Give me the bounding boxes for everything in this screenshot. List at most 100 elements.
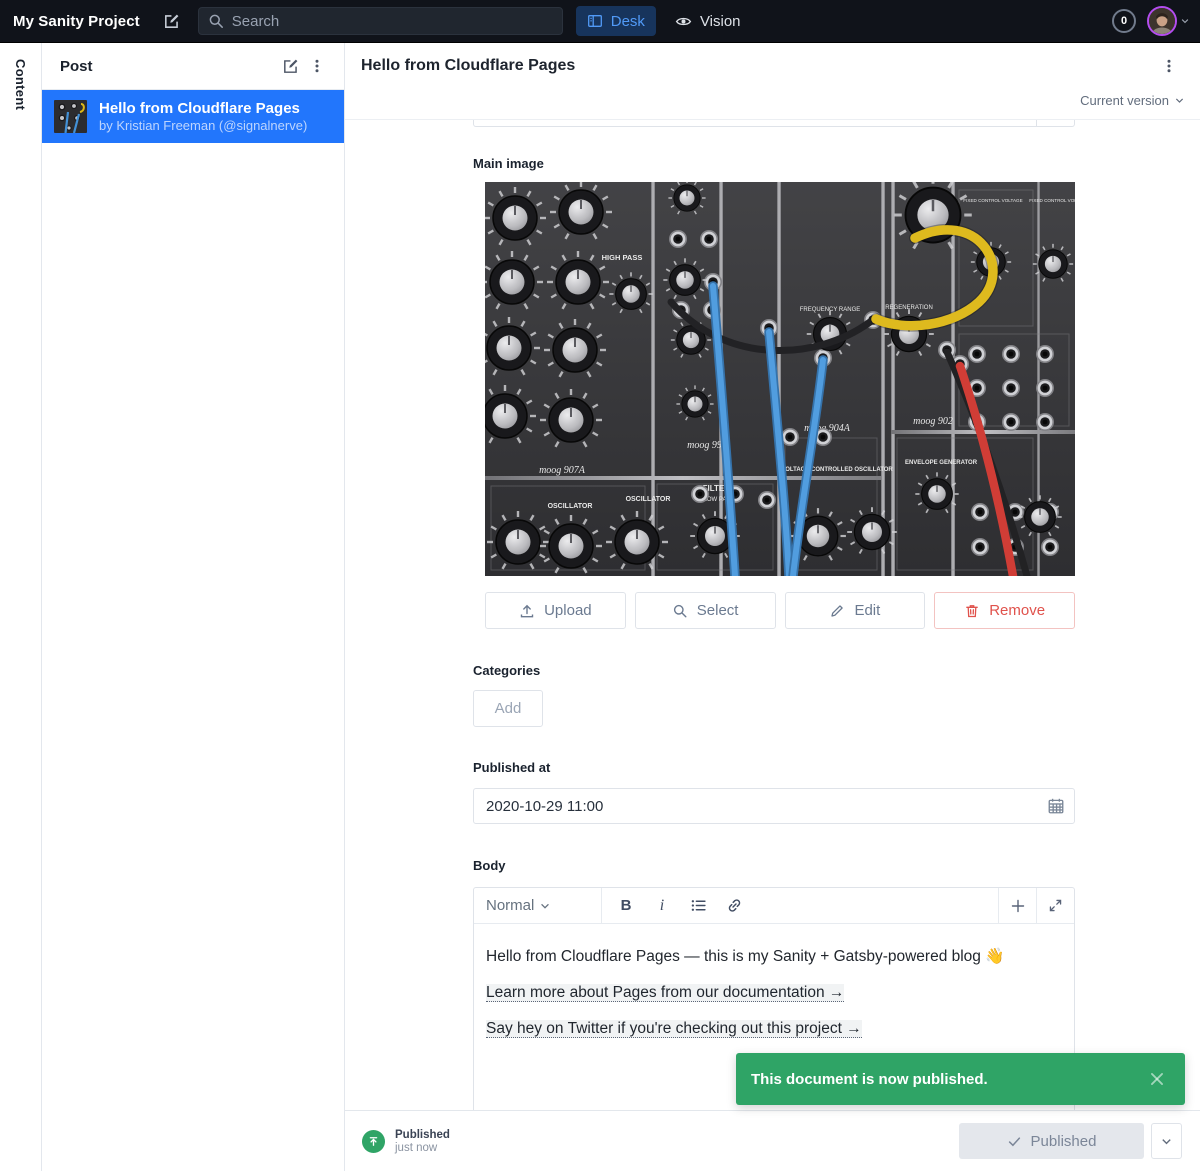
style-select[interactable]: Normal	[474, 888, 602, 923]
content-rail: Content	[0, 43, 42, 1171]
remove-button-label: Remove	[989, 602, 1045, 619]
tab-desk[interactable]: Desk	[576, 6, 656, 36]
top-bar-right: 0	[1112, 6, 1190, 36]
sanity-studio-app: My Sanity Project Desk Visi	[0, 0, 1200, 1171]
chevron-down-icon	[1160, 1135, 1173, 1148]
document-header: Hello from Cloudflare Pages	[345, 43, 1200, 88]
fullscreen-button[interactable]	[1036, 888, 1074, 923]
upload-button-label: Upload	[544, 602, 592, 619]
edit-button[interactable]: Edit	[785, 592, 926, 629]
style-select-value: Normal	[486, 897, 539, 914]
publish-status-title: Published	[395, 1128, 450, 1142]
list-item-title: Hello from Cloudflare Pages	[99, 99, 307, 118]
calendar-icon[interactable]	[1047, 797, 1065, 815]
document-footer: Published just now Published	[345, 1110, 1200, 1171]
search-bar[interactable]	[198, 7, 563, 35]
pencil-icon	[829, 603, 845, 619]
plus-icon	[1010, 898, 1026, 914]
bullet-list-icon	[690, 897, 707, 914]
select-button[interactable]: Select	[635, 592, 776, 629]
body-link-twitter[interactable]: Say hey on Twitter if you're checking ou…	[486, 1020, 862, 1038]
post-list-pane: Post Hello from Cloudflare Pages by Kris…	[42, 43, 345, 1171]
chevron-down-icon	[539, 900, 592, 912]
bullet-list-button[interactable]	[680, 888, 716, 923]
slug-field-divider	[1036, 120, 1037, 126]
body-link-documentation[interactable]: Learn more about Pages from our document…	[486, 984, 844, 1002]
publish-status: Published just now	[362, 1128, 450, 1155]
tab-desk-label: Desk	[611, 13, 645, 30]
upload-icon	[519, 603, 535, 619]
bold-button[interactable]: B	[608, 888, 644, 923]
tab-vision-label: Vision	[700, 13, 741, 30]
main-image-label: Main image	[473, 120, 1075, 170]
notification-badge[interactable]: 0	[1112, 9, 1136, 33]
published-at-field	[473, 788, 1075, 824]
main-image-preview[interactable]: HIGH PASS FREQUENCY RANGE REGENERATION F…	[485, 182, 1075, 576]
published-at-input[interactable]	[473, 788, 1075, 824]
trash-icon	[964, 603, 980, 619]
tool-tabs: Desk Vision	[576, 6, 752, 36]
editor-content[interactable]: Hello from Cloudflare Pages — this is my…	[474, 924, 1074, 1039]
chevron-down-icon	[1180, 16, 1190, 26]
document-form-scroll[interactable]: Main image	[345, 120, 1200, 1110]
post-list-header: Post	[42, 43, 344, 90]
compose-icon	[282, 57, 300, 75]
search-input[interactable]	[232, 13, 532, 30]
top-bar: My Sanity Project Desk Visi	[0, 0, 1200, 43]
add-category-button[interactable]: Add	[473, 690, 543, 727]
chevron-down-icon	[1174, 95, 1185, 106]
editor-toolbar: Normal B i	[474, 888, 1074, 924]
document-menu-button[interactable]	[1156, 53, 1182, 79]
kebab-menu-icon	[309, 58, 325, 74]
upload-button[interactable]: Upload	[485, 592, 626, 629]
publish-status-text: Published just now	[395, 1128, 450, 1155]
tab-vision[interactable]: Vision	[664, 6, 752, 36]
select-button-label: Select	[697, 602, 739, 619]
slug-field-partial[interactable]	[473, 120, 1075, 127]
list-item-text: Hello from Cloudflare Pages by Kristian …	[99, 99, 307, 134]
body-label: Body	[473, 859, 1075, 872]
version-row: Current version	[345, 88, 1200, 120]
link-button[interactable]	[716, 888, 752, 923]
document-form: Main image	[473, 120, 1075, 1110]
published-at-label: Published at	[473, 761, 1075, 774]
publish-button[interactable]: Published	[959, 1123, 1144, 1159]
post-list-menu-button[interactable]	[304, 53, 330, 79]
publish-menu-button[interactable]	[1151, 1123, 1182, 1159]
image-action-buttons: Upload Select Edit	[485, 592, 1075, 629]
project-title: My Sanity Project	[13, 13, 140, 30]
search-icon	[672, 603, 688, 619]
new-document-button[interactable]	[162, 11, 182, 31]
italic-button[interactable]: i	[644, 888, 680, 923]
publish-button-label: Published	[1031, 1133, 1097, 1150]
post-list-title: Post	[60, 58, 278, 75]
categories-label: Categories	[473, 664, 1075, 677]
add-category-button-label: Add	[495, 700, 522, 717]
compose-icon	[163, 12, 181, 30]
toast-notification: This document is now published.	[736, 1053, 1185, 1105]
list-item[interactable]: Hello from Cloudflare Pages by Kristian …	[42, 90, 344, 143]
version-label: Current version	[1080, 93, 1169, 108]
expand-icon	[1048, 898, 1063, 913]
version-selector[interactable]: Current version	[1080, 93, 1185, 108]
body-paragraph[interactable]: Hello from Cloudflare Pages — this is my…	[486, 947, 1062, 967]
edit-button-label: Edit	[854, 602, 880, 619]
create-post-button[interactable]	[278, 53, 304, 79]
desk-icon	[587, 13, 603, 29]
rail-content-label[interactable]: Content	[13, 59, 28, 110]
user-menu[interactable]	[1147, 6, 1190, 36]
avatar	[1147, 6, 1177, 36]
main-image-photo: HIGH PASS FREQUENCY RANGE REGENERATION F…	[485, 182, 1075, 576]
close-icon[interactable]	[1148, 1070, 1166, 1088]
footer-actions: Published	[959, 1123, 1182, 1159]
eye-icon	[675, 13, 692, 30]
remove-button[interactable]: Remove	[934, 592, 1075, 629]
list-item-thumbnail	[54, 100, 87, 133]
document-pane: Hello from Cloudflare Pages Current vers…	[345, 43, 1200, 1171]
kebab-menu-icon	[1161, 58, 1177, 74]
insert-block-button[interactable]	[998, 888, 1036, 923]
publish-status-time: just now	[395, 1142, 450, 1155]
document-title: Hello from Cloudflare Pages	[361, 57, 1156, 75]
toast-message: This document is now published.	[751, 1071, 1148, 1088]
toolbar-spacer	[752, 888, 998, 923]
